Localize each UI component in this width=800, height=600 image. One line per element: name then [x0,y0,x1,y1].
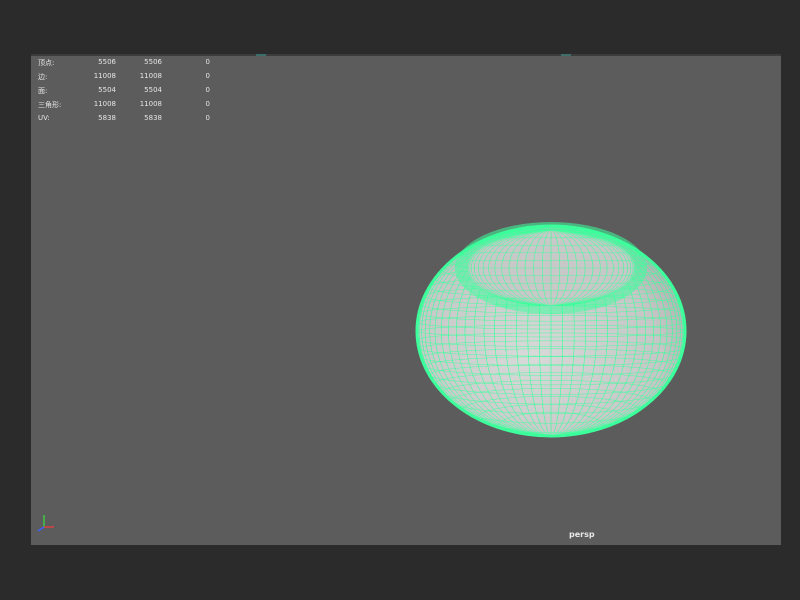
hud-value-selected: 5838 [144,114,162,122]
hud-label: 顶点: [38,59,55,67]
hud-value-selected: 5504 [144,86,162,94]
hud-value-object: 11008 [93,100,116,108]
camera-name-label: persp [569,530,595,539]
hud-value-components: 0 [205,114,210,122]
axis-gizmo-icon [37,515,54,532]
hud-value-selected: 5506 [144,58,162,66]
perspective-viewport[interactable]: 顶点: 5506 5506 0 边: 11008 11008 0 面: 5504… [31,56,781,545]
hud-value-object: 5838 [98,114,116,122]
axis-z-line [37,526,45,532]
hud-label: 面: [38,87,48,95]
hud-value-components: 0 [205,86,210,94]
hud-label: UV: [38,114,50,122]
poly-count-hud: 顶点: 5506 5506 0 边: 11008 11008 0 面: 5504… [38,56,228,126]
torus-bowl-mesh[interactable] [414,221,694,441]
hud-label: 边: [38,73,48,81]
hud-row-faces: 面: 5504 5504 0 [38,84,228,98]
hud-label: 三角形: [38,101,62,109]
maya-app-window: 顶点: 5506 5506 0 边: 11008 11008 0 面: 5504… [0,0,800,600]
hud-row-uvs: UV: 5838 5838 0 [38,112,228,126]
hud-row-vertices: 顶点: 5506 5506 0 [38,56,228,70]
hud-value-components: 0 [205,72,210,80]
hud-value-object: 5504 [98,86,116,94]
hud-value-object: 11008 [93,72,116,80]
hud-value-components: 0 [205,100,210,108]
hud-value-selected: 11008 [139,100,162,108]
hud-row-triangles: 三角形: 11008 11008 0 [38,98,228,112]
hud-row-edges: 边: 11008 11008 0 [38,70,228,84]
hud-value-selected: 11008 [139,72,162,80]
hud-value-components: 0 [205,58,210,66]
hud-value-object: 5506 [98,58,116,66]
mesh-wireframe-inner [467,230,635,306]
